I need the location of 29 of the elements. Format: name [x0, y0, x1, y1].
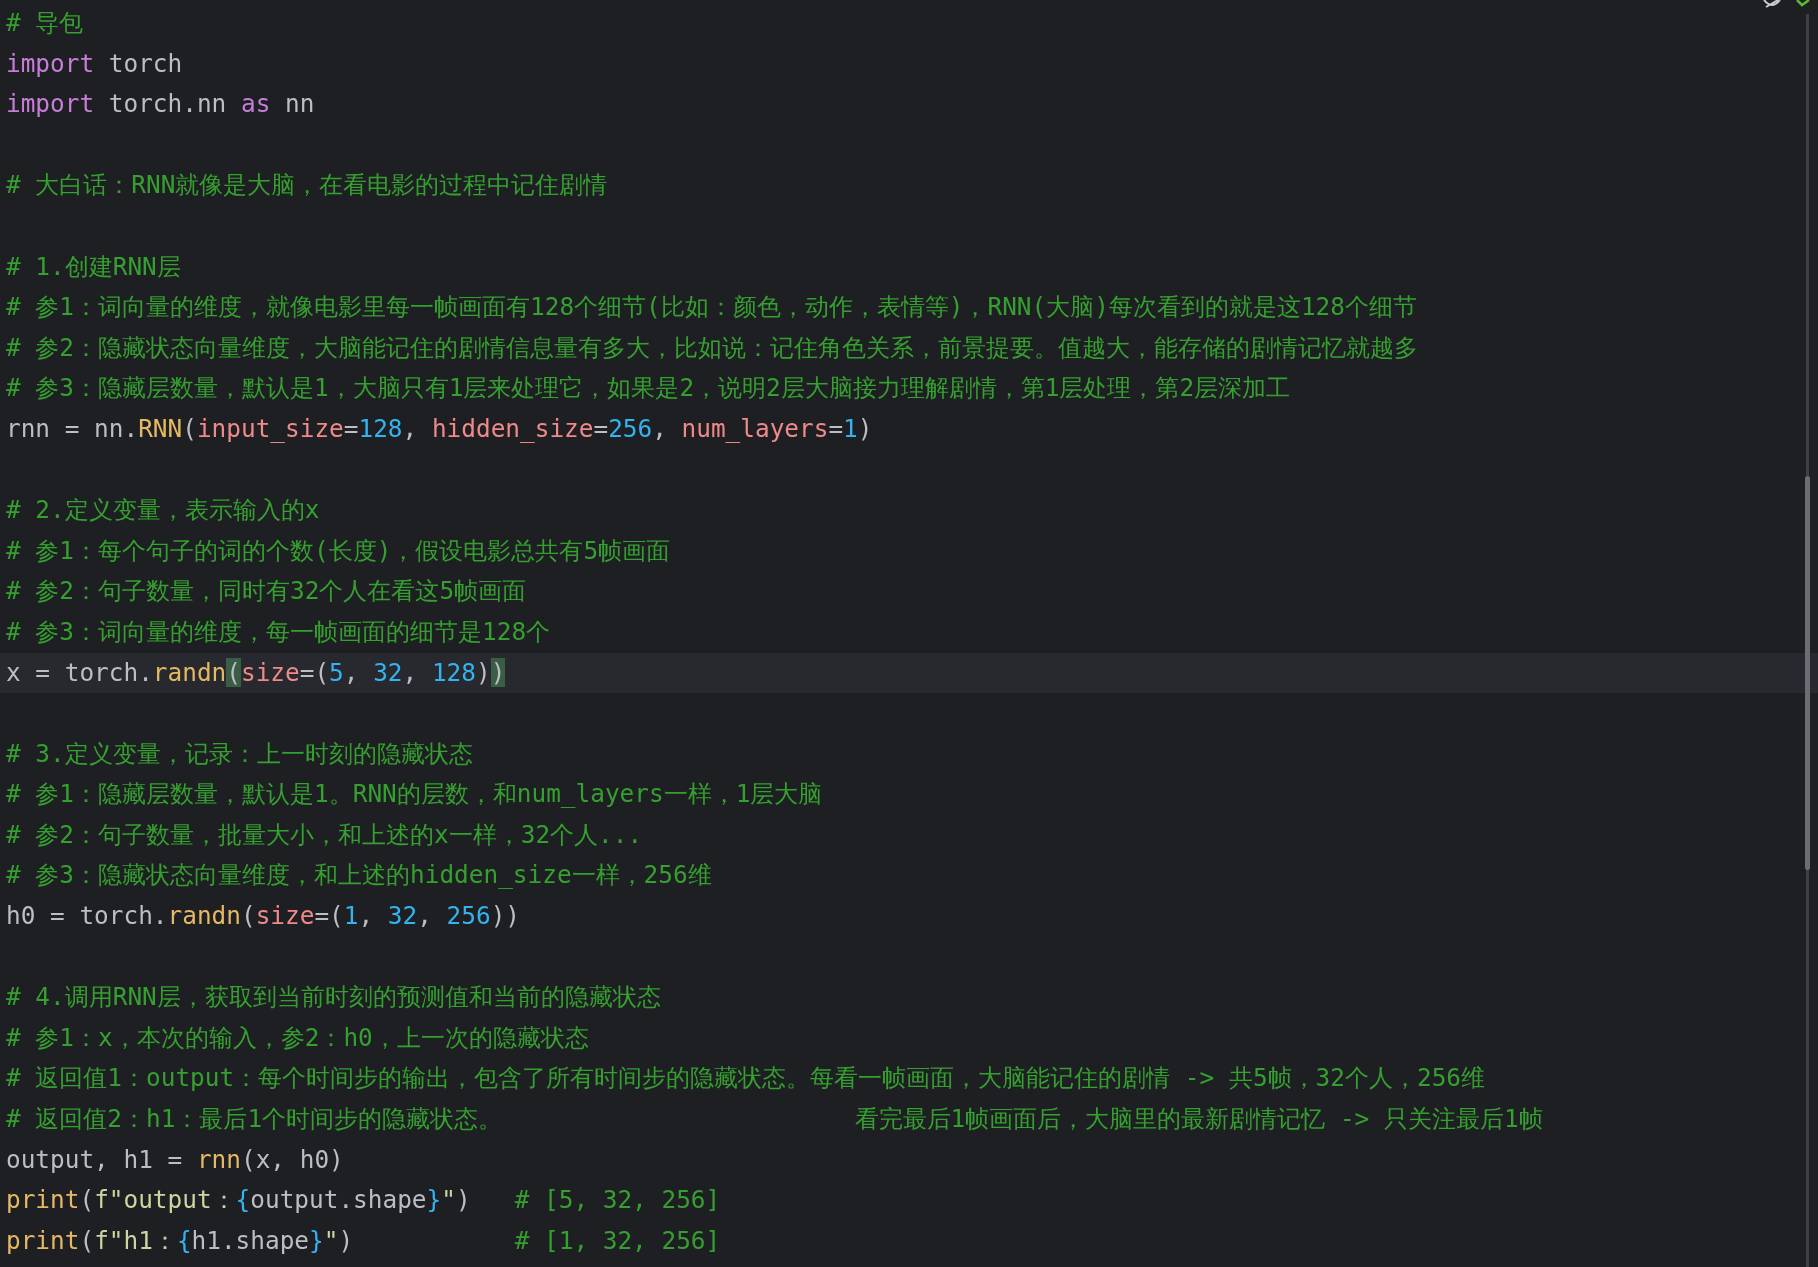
code-line: # 参3：隐藏层数量，默认是1，大脑只有1层来处理它，如果是2，说明2层大脑接力理解剧情，第1层处理，第2层深加工	[6, 373, 1291, 403]
code-line: h0 = torch.randn(size=(1, 32, 256))	[6, 901, 521, 931]
code-line: # 1.创建RNN层	[6, 251, 181, 281]
inspection-icon[interactable]	[1762, 0, 1782, 8]
code-line: # 参2：隐藏状态向量维度，大脑能记住的剧情信息量有多大，比如说：记住角色关系，前景提要。值越大，能存储的剧情记忆就越多	[6, 332, 1419, 362]
code-line: output, h1 = rnn(x, h0)	[6, 1144, 344, 1174]
code-line: # 导包	[6, 8, 84, 37]
code-line: # 3.定义变量，记录：上一时刻的隐藏状态	[6, 738, 473, 768]
code-line: # 2.定义变量，表示输入的x	[6, 495, 320, 525]
code-line: # 4.调用RNN层，获取到当前时刻的预测值和当前的隐藏状态	[6, 982, 661, 1012]
code-line: print(f"output：{output.shape}") # [5, 32, 256]	[6, 1185, 721, 1215]
code-line: # 参2：句子数量，批量大小，和上述的x一样，32个人...	[6, 819, 643, 849]
code-line: # 参1：词向量的维度，就像电影里每一帧画面有128个细节(比如：颜色，动作，表情等)，RNN(大脑)每次看到的就是这128个细节	[6, 292, 1417, 322]
code-line: # 参3：词向量的维度，每一帧画面的细节是128个	[6, 616, 551, 646]
scrollbar-thumb[interactable]	[1805, 476, 1810, 870]
code-line: import torch.nn as nn	[6, 89, 315, 119]
code-line: import torch	[6, 48, 183, 78]
check-icon[interactable]	[1796, 0, 1810, 7]
code-line: # 返回值2：h1：最后1个时间步的隐藏状态。 看完最后1帧画面后，大脑里的最新剧情记忆 -> 只关注最后1帧	[6, 1104, 1543, 1134]
code-line: # 参3：隐藏状态向量维度，和上述的hidden_size一样，256维	[6, 860, 712, 890]
code-line: print(f"h1：{h1.shape}") # [1, 32, 256]	[6, 1225, 721, 1255]
code-line: # 参1：x，本次的输入，参2：h0，上一次的隐藏状态	[6, 1022, 589, 1052]
code-line: # 参1：每个句子的词的个数(长度)，假设电影总共有5帧画面	[6, 535, 671, 565]
code-line: rnn = nn.RNN(input_size=128, hidden_size=256, num_layers=1)	[6, 413, 873, 443]
code-line: x = torch.randn(size=(5, 32, 128))	[6, 657, 506, 687]
code-line: # 大白话：RNN就像是大脑，在看电影的过程中记住剧情	[6, 170, 608, 200]
code-line: # 返回值1：output：每个时间步的输出，包含了所有时间步的隐藏状态。每看一帧画面，大脑能记住的剧情 -> 共5帧，32个人，256维	[6, 1063, 1485, 1093]
code-line: # 参1：隐藏层数量，默认是1。RNN的层数，和num_layers一样，1层大脑	[6, 779, 823, 809]
code-line: # 参2：句子数量，同时有32个人在看这5帧画面	[6, 576, 527, 606]
